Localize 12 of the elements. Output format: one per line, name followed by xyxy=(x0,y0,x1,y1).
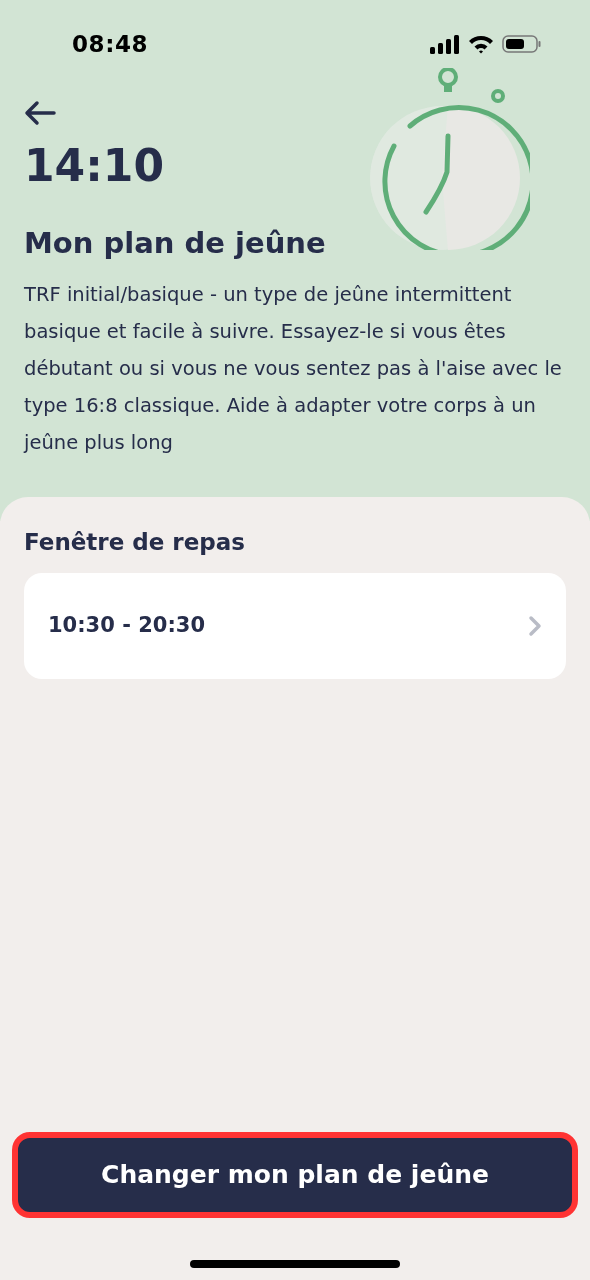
status-time: 08:48 xyxy=(72,29,149,59)
plan-description: TRF initial/basique - un type de jeûne intermittent basique et facile à suivre. Essayez-le si vous êtes débutant ou si vous ne vous sentez pas à l'aise avec le type 16:8 classique. Aide à adapter votre corps à un jeûne plus long xyxy=(22,281,563,456)
plan-title: Mon plan de jeûne xyxy=(24,225,326,262)
section-heading: Fenêtre de repas xyxy=(24,527,246,557)
signal-icon xyxy=(430,34,460,54)
chevron-right-icon xyxy=(528,615,542,637)
wifi-icon xyxy=(468,34,494,54)
back-button[interactable] xyxy=(24,98,58,128)
change-plan-button[interactable]: Changer mon plan de jeûne xyxy=(12,1132,578,1218)
elapsed-time: 14:10 xyxy=(24,144,166,188)
battery-icon xyxy=(502,34,542,54)
meal-window-row[interactable]: 10:30 - 20:30 xyxy=(24,573,566,679)
